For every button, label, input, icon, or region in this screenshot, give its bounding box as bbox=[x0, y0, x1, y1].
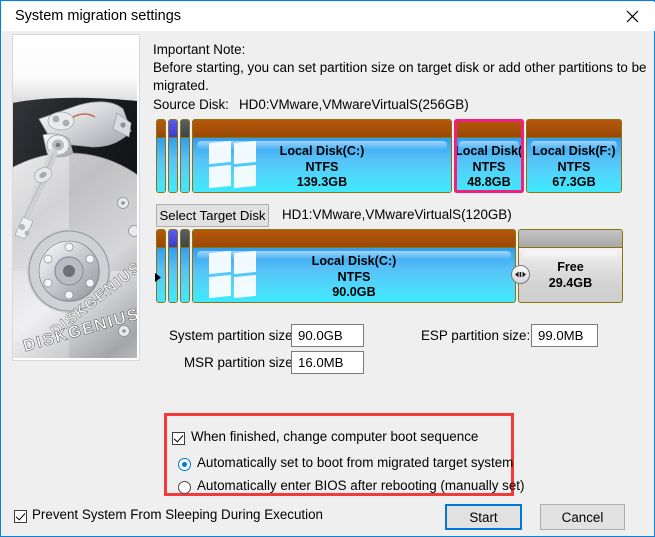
partition-body bbox=[157, 138, 165, 192]
change-boot-sequence-label[interactable]: When finished, change computer boot sequ… bbox=[191, 429, 478, 444]
hard-disk-illustration: DISKGENIUS DISKGENIUS bbox=[13, 35, 139, 360]
disk-partition-small[interactable] bbox=[156, 119, 166, 193]
cancel-button[interactable]: Cancel bbox=[540, 504, 625, 530]
cancel-button-label: Cancel bbox=[561, 509, 604, 525]
msr-partition-size-label: MSR partition size: bbox=[184, 355, 297, 370]
note-line-2: migrated. bbox=[153, 78, 209, 93]
radio-auto-boot-migrated-label[interactable]: Automatically set to boot from migrated … bbox=[197, 455, 513, 470]
close-icon bbox=[626, 10, 638, 23]
partition-label-line: 48.8GB bbox=[467, 175, 511, 189]
radio-auto-boot-migrated[interactable] bbox=[178, 458, 191, 471]
esp-partition-size-label: ESP partition size: bbox=[421, 328, 531, 343]
partition-label-line: 67.3GB bbox=[552, 175, 596, 189]
partition-label-line: 139.3GB bbox=[296, 175, 348, 189]
radio-enter-bios[interactable] bbox=[178, 481, 191, 494]
select-target-disk-label: Select Target Disk bbox=[159, 208, 266, 223]
partition-cap bbox=[455, 120, 523, 138]
select-target-disk-button[interactable]: Select Target Disk bbox=[156, 204, 269, 227]
note-line-1: Before starting, you can set partition s… bbox=[153, 60, 647, 75]
partition-label-line: Local Disk(C:) bbox=[311, 254, 397, 268]
partition-label-line: NTFS bbox=[472, 159, 506, 174]
radio-enter-bios-label[interactable]: Automatically enter BIOS after rebooting… bbox=[197, 478, 524, 493]
disk-partition-small[interactable] bbox=[180, 229, 190, 303]
msr-partition-size-input[interactable]: 16.0MB bbox=[291, 351, 364, 374]
target-disk-bar[interactable]: Local Disk(C:) NTFS 90.0GB Free 29.4GB bbox=[155, 229, 623, 303]
partition-cap bbox=[157, 230, 165, 248]
esp-partition-size-input[interactable]: 99.0MB bbox=[531, 324, 598, 347]
partition-resize-grip[interactable] bbox=[511, 265, 530, 284]
partition-label-line: Local Disk(E:) bbox=[455, 144, 523, 158]
disk-partition-small[interactable] bbox=[180, 119, 190, 193]
partition-label-line: NTFS bbox=[305, 159, 339, 174]
system-partition-size-input[interactable]: 90.0GB bbox=[291, 324, 364, 347]
partition-body bbox=[169, 138, 177, 192]
disk-partition-small[interactable] bbox=[156, 229, 166, 303]
disk-partition[interactable]: Local Disk(E:)NTFS48.8GB bbox=[454, 119, 524, 193]
disk-partition-small[interactable] bbox=[168, 229, 178, 303]
start-button-label: Start bbox=[469, 509, 498, 525]
partition-body bbox=[169, 248, 177, 302]
partition-label-line: NTFS bbox=[557, 159, 591, 174]
partition-cap bbox=[157, 120, 165, 138]
change-boot-sequence-checkbox[interactable] bbox=[172, 432, 185, 445]
resize-arrows-icon bbox=[515, 271, 526, 278]
diskgenius-side-image: DISKGENIUS DISKGENIUS bbox=[12, 34, 140, 361]
disk-partition[interactable]: Local Disk(C:) NTFS 139.3GB bbox=[192, 119, 452, 193]
system-partition-size-label: System partition size: bbox=[169, 328, 297, 343]
system-migration-dialog: System migration settings DISKGENIUS DIS… bbox=[0, 0, 655, 537]
partition-label: Local Disk(C:) NTFS 90.0GB bbox=[193, 254, 515, 301]
title-bar: System migration settings bbox=[2, 2, 655, 31]
partition-cap bbox=[169, 120, 177, 138]
target-disk-value: HD1:VMware,VMwareVirtualS(120GB) bbox=[282, 207, 512, 222]
partition-label-line: NTFS bbox=[337, 269, 371, 284]
partition-label-line: 29.4GB bbox=[548, 275, 593, 290]
bar-left-marker-icon bbox=[155, 269, 162, 287]
partition-label: Free 29.4GB bbox=[519, 260, 622, 291]
partition-label-line: Local Disk(F:) bbox=[532, 144, 616, 158]
disk-partition[interactable]: Local Disk(F:) NTFS 67.3GB bbox=[526, 119, 622, 193]
disk-partition[interactable]: Free 29.4GB bbox=[518, 229, 623, 303]
prevent-sleep-checkbox[interactable] bbox=[14, 510, 27, 523]
disk-partition-small[interactable] bbox=[168, 119, 178, 193]
partition-cap bbox=[169, 230, 177, 248]
partition-cap bbox=[519, 230, 622, 248]
partition-label-line: Free bbox=[557, 260, 584, 274]
partition-label-line: Local Disk(C:) bbox=[279, 144, 365, 158]
window-title: System migration settings bbox=[15, 8, 182, 24]
partition-body bbox=[181, 138, 189, 192]
partition-cap bbox=[527, 120, 621, 138]
start-button[interactable]: Start bbox=[445, 504, 522, 530]
partition-label: Local Disk(C:) NTFS 139.3GB bbox=[193, 144, 451, 191]
close-button[interactable] bbox=[609, 2, 655, 31]
partition-cap bbox=[193, 120, 451, 138]
partition-cap bbox=[181, 120, 189, 138]
disk-partition[interactable]: Local Disk(C:) NTFS 90.0GB bbox=[192, 229, 516, 303]
source-disk-value: HD0:VMware,VMwareVirtualS(256GB) bbox=[239, 97, 469, 112]
prevent-sleep-label[interactable]: Prevent System From Sleeping During Exec… bbox=[32, 507, 323, 522]
partition-body bbox=[181, 248, 189, 302]
source-disk-label: Source Disk: bbox=[153, 97, 229, 112]
partition-label: Local Disk(E:)NTFS48.8GB bbox=[455, 144, 523, 191]
source-disk-bar[interactable]: Local Disk(C:)NTFS139.3GBLocal Disk(E:)N… bbox=[156, 119, 623, 193]
note-heading: Important Note: bbox=[153, 42, 246, 57]
partition-label-line: 90.0GB bbox=[332, 285, 376, 299]
partition-cap bbox=[193, 230, 515, 248]
partition-cap bbox=[181, 230, 189, 248]
partition-label: Local Disk(F:) NTFS 67.3GB bbox=[527, 144, 621, 191]
